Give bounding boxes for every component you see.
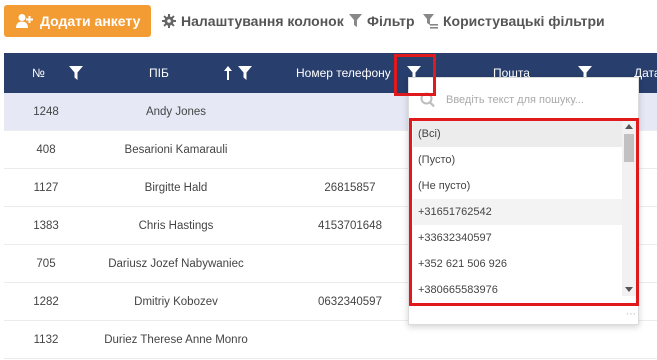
gear-icon: [162, 14, 176, 28]
cell-number: 1383: [33, 220, 59, 232]
filter-option-not-empty[interactable]: (Не пусто): [413, 173, 625, 199]
filter-label: Фільтр: [367, 13, 415, 29]
number-filter-icon[interactable]: [68, 65, 84, 81]
column-settings-label: Налаштування колонок: [181, 13, 344, 29]
scroll-down-icon[interactable]: [625, 287, 633, 292]
column-header-name[interactable]: ПІБ: [149, 53, 169, 93]
cell-number: 1127: [33, 182, 59, 194]
cell-name: Besarioni Kamarauli: [124, 144, 228, 156]
search-icon: [420, 92, 435, 108]
toolbar: Додати анкету Налаштування колонок Фільт…: [0, 0, 657, 42]
scroll-thumb[interactable]: [624, 134, 634, 162]
filter-icon: [349, 14, 362, 27]
add-questionnaire-label: Додати анкету: [40, 13, 141, 29]
cell-number: 1282: [33, 296, 59, 308]
cell-name: Dariusz Jozef Nabywaniec: [108, 258, 244, 270]
cell-name: Duriez Therese Anne Monro: [104, 334, 248, 346]
cell-phone: [264, 321, 436, 359]
filter-button[interactable]: Фільтр: [349, 10, 415, 32]
filter-option-all[interactable]: (Всі): [413, 121, 625, 147]
cell-name: Chris Hastings: [138, 220, 214, 232]
add-user-icon: [16, 14, 33, 28]
scroll-up-icon[interactable]: [625, 124, 633, 129]
user-filters-label: Користувацькі фільтри: [443, 13, 605, 29]
filter-option-empty[interactable]: (Пусто): [413, 147, 625, 173]
user-filters-button[interactable]: Користувацькі фільтри: [423, 10, 605, 32]
user-filter-icon: [423, 13, 438, 29]
cell-number: 408: [36, 144, 56, 156]
column-header-number[interactable]: №: [32, 53, 45, 93]
phone-filter-dropdown: (Всі) (Пусто) (Не пусто) +31651762542 +3…: [408, 77, 639, 325]
cell-name: Dmitriy Kobozev: [134, 296, 218, 308]
filter-option-value[interactable]: +352 621 506 926: [413, 251, 625, 277]
cell-number: 1132: [33, 334, 59, 346]
filter-option-value[interactable]: +380665583976: [413, 277, 625, 301]
dropdown-search: [410, 83, 638, 117]
add-questionnaire-button[interactable]: Додати анкету: [4, 5, 151, 37]
resize-grip-icon[interactable]: ⋯: [626, 309, 637, 320]
column-settings-button[interactable]: Налаштування колонок: [162, 10, 344, 32]
sort-ascending-icon[interactable]: [223, 65, 233, 81]
cell-number: 1248: [33, 106, 59, 118]
cell-name: Birgitte Hald: [144, 182, 208, 194]
options-scrollbar[interactable]: [622, 120, 636, 296]
filter-option-value[interactable]: +31651762542: [413, 199, 625, 225]
table-row[interactable]: 1132 Duriez Therese Anne Monro: [4, 321, 657, 359]
filter-options-list: (Всі) (Пусто) (Не пусто) +31651762542 +3…: [413, 121, 625, 301]
name-filter-icon[interactable]: [237, 65, 253, 81]
cell-name: Andy Jones: [145, 106, 207, 118]
cell-number: 705: [36, 258, 56, 270]
column-header-phone[interactable]: Номер телефону: [296, 53, 391, 93]
filter-option-value[interactable]: +33632340597: [413, 225, 625, 251]
dropdown-search-input[interactable]: [446, 89, 632, 111]
